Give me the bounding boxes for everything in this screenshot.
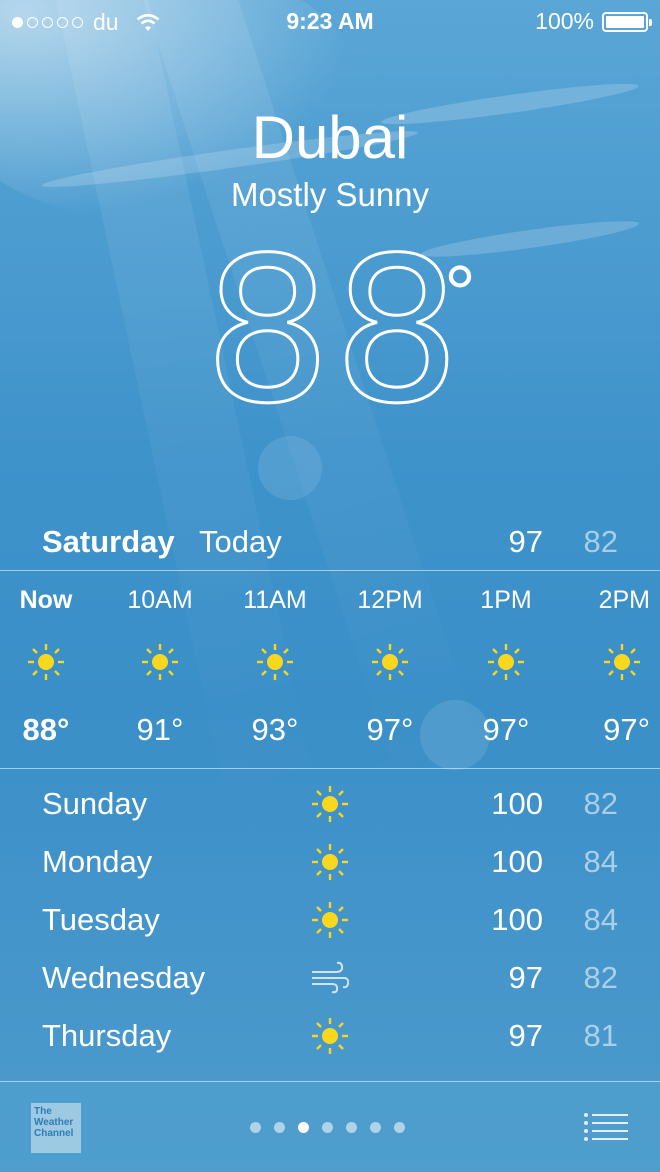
sun-icon [312,844,348,880]
daily-day: Wednesday [42,960,206,995]
daily-low: 84 [583,902,618,937]
wind-icon [312,961,350,994]
battery-percent: 100% [535,8,594,34]
status-bar: du 9:23 AM 100% [0,0,660,44]
daily-high: 97 [508,960,543,995]
city-name: Dubai [251,104,409,171]
divider [0,570,660,571]
city-list-icon[interactable] [584,1112,628,1142]
page-dot[interactable] [322,1122,333,1133]
battery-status: 100% [535,8,652,35]
sun-icon [28,644,64,680]
current-temperature: 88 [203,215,463,448]
daily-high: 100 [491,844,543,879]
hour-temp: 93° [251,712,299,747]
divider [0,768,660,769]
daily-low: 84 [583,844,618,879]
daily-low: 82 [583,960,618,995]
battery-icon [602,11,652,32]
hour-temp: 88° [22,712,70,747]
page-dot[interactable] [370,1122,381,1133]
daily-row: Monday 100 84 [0,834,660,892]
daily-day: Sunday [42,786,148,821]
hour-time: 11AM [243,586,307,614]
hour-time: 10AM [127,586,193,614]
page-dot[interactable] [346,1122,357,1133]
daily-row: Thursday 97 81 [0,1008,660,1066]
hour-temp: 97° [603,712,650,747]
page-indicator[interactable] [250,1122,405,1133]
today-high: 97 [508,524,543,559]
sun-icon [312,786,348,822]
sun-icon [257,644,293,680]
today-label: Today [199,524,282,559]
hour-item: 12PM 97° [332,586,448,748]
daily-high: 97 [508,1018,543,1053]
weather-screen: du 9:23 AM 100% Dubai Mostly Sunny 88 ° … [0,0,660,1172]
daily-day: Thursday [42,1018,172,1053]
hourly-forecast[interactable]: Now 88° 10AM 91° 11AM 93° 12PM 97° 1PM 9… [0,586,660,766]
hour-item: 11AM 93° [217,586,333,748]
sun-icon [372,644,408,680]
hour-time: 2PM [598,586,650,614]
degree-symbol: ° [444,249,476,338]
sun-icon [604,644,640,680]
today-low: 82 [583,524,618,559]
today-summary: Saturday Today 97 82 [0,520,660,568]
hour-item: 10AM 91° [102,586,218,748]
hour-time: Now [19,586,73,614]
hour-temp: 97° [366,712,414,747]
daily-high: 100 [491,902,543,937]
daily-low: 82 [583,786,618,821]
today-day: Saturday [42,524,175,559]
sun-icon [488,644,524,680]
daily-row: Tuesday 100 84 [0,892,660,950]
daily-forecast[interactable]: Sunday 100 82 Monday 100 84 Tuesday 100 … [0,776,660,1082]
page-dot[interactable] [274,1122,285,1133]
sun-icon [142,644,178,680]
bottom-toolbar: The Weather Channel [0,1082,660,1172]
hour-time: 12PM [357,586,423,614]
condition-text: Mostly Sunny [230,176,430,213]
hour-temp: 91° [136,712,184,747]
sun-icon [312,1018,348,1054]
daily-low: 81 [583,1018,618,1053]
daily-row: Sunday 100 82 [0,776,660,834]
daily-high: 100 [491,786,543,821]
daily-day: Tuesday [42,902,160,937]
hour-item: 2PM 97° [544,586,660,748]
sun-icon [312,902,348,938]
page-dot-active[interactable] [298,1122,309,1133]
hour-item: Now 88° [0,586,104,748]
page-dot[interactable] [394,1122,405,1133]
page-dot[interactable] [250,1122,261,1133]
daily-day: Monday [42,844,153,879]
daily-row: Wednesday 97 82 [0,950,660,1008]
weather-channel-logo[interactable]: The Weather Channel [31,1103,81,1153]
